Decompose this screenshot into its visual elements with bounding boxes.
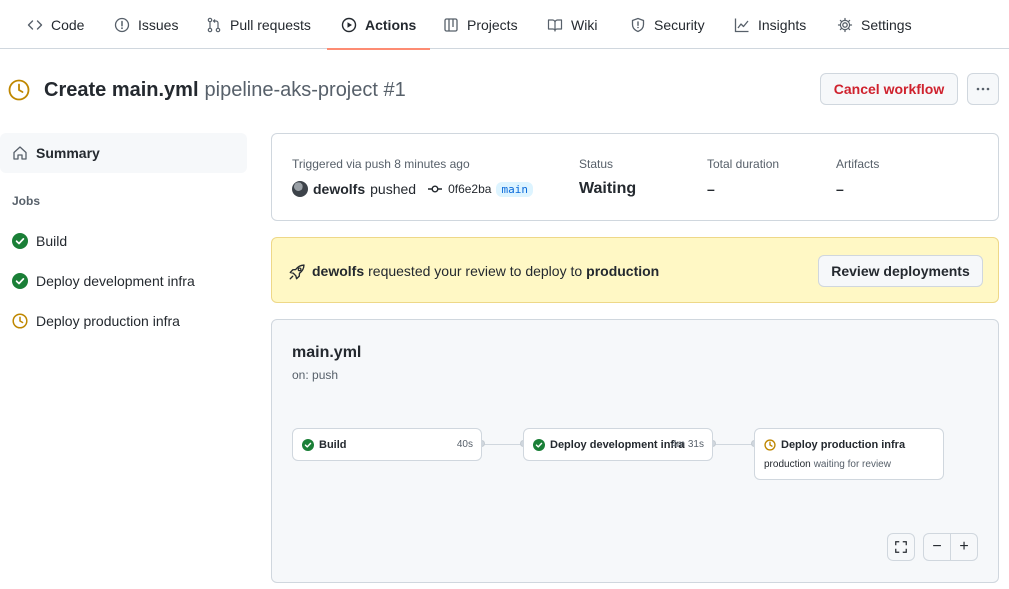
- code-icon: [27, 17, 43, 33]
- tab-insights[interactable]: Insights: [734, 0, 806, 49]
- waiting-text: waiting for review: [813, 459, 891, 470]
- book-icon: [547, 17, 563, 33]
- artifacts-value: –: [836, 181, 844, 197]
- sidebar-item-label: Summary: [36, 145, 100, 161]
- play-icon: [341, 17, 357, 33]
- tab-label: Insights: [758, 16, 807, 33]
- cancel-workflow-button[interactable]: Cancel workflow: [820, 73, 958, 105]
- review-actor-link[interactable]: dewolfs: [312, 263, 364, 279]
- tab-settings[interactable]: Settings: [837, 0, 912, 49]
- sidebar-job-label: Build: [36, 233, 68, 249]
- clock-icon: [8, 79, 30, 101]
- review-text: requested your review to deploy to: [368, 263, 583, 279]
- branch-badge[interactable]: main: [496, 181, 533, 197]
- jobs-heading: Jobs: [12, 194, 41, 208]
- git-pull-request-icon: [206, 17, 222, 33]
- push-action: pushed: [370, 181, 417, 197]
- avatar: [292, 181, 308, 197]
- workflow-file-name: main.yml: [292, 344, 362, 361]
- actor-link[interactable]: dewolfs: [313, 181, 365, 197]
- environment-name: production: [586, 263, 660, 279]
- zoom-out-button[interactable]: −: [923, 533, 951, 561]
- home-icon: [13, 146, 27, 160]
- node-duration: 4m 31s: [671, 439, 704, 450]
- node-duration: 40s: [456, 439, 473, 450]
- review-deployments-button[interactable]: Review deployments: [818, 255, 983, 287]
- environment-link[interactable]: production: [764, 459, 811, 470]
- run-summary-card: Triggered via push 8 minutes ago dewolfs…: [271, 133, 999, 221]
- zoom-in-icon: +: [959, 538, 969, 555]
- review-message: dewolfs requested your review to deploy …: [312, 263, 659, 279]
- tab-label: Wiki: [571, 16, 598, 33]
- node-label: Deploy production infra: [781, 439, 906, 451]
- tab-security[interactable]: Security: [630, 0, 705, 49]
- node-label: Deploy development infra: [550, 439, 685, 451]
- tab-code[interactable]: Code: [27, 0, 84, 49]
- clock-icon: [764, 439, 776, 451]
- trigger-details: dewolfs pushed 0f6e2ba main: [292, 181, 533, 197]
- graph-node-build[interactable]: Build 40s: [292, 428, 482, 461]
- duration-value: –: [707, 181, 715, 197]
- status-value: Waiting: [579, 180, 637, 197]
- graph-icon: [734, 17, 750, 33]
- tab-wiki[interactable]: Wiki: [547, 0, 597, 49]
- page-title: Create main.yml: [44, 78, 199, 101]
- status-label: Status: [579, 157, 614, 171]
- tab-label: Projects: [467, 16, 518, 33]
- issue-opened-icon: [114, 17, 130, 33]
- check-circle-icon: [12, 273, 28, 289]
- repo-nav: Code Issues Pull requests Actions Projec…: [0, 0, 1009, 50]
- tab-label: Code: [51, 16, 85, 33]
- tab-label: Security: [654, 16, 705, 33]
- tab-actions[interactable]: Actions: [326, 0, 431, 50]
- run-title: Create main.yml pipeline-aks-project #1: [8, 74, 406, 106]
- page-subtitle: pipeline-aks-project #1: [204, 78, 406, 101]
- node-status-note: production waiting for review: [764, 459, 891, 470]
- shield-icon: [630, 17, 646, 33]
- trigger-label: Triggered via push 8 minutes ago: [292, 157, 470, 171]
- rocket-icon: [289, 264, 305, 280]
- artifacts-label: Artifacts: [836, 157, 880, 171]
- tab-label: Issues: [138, 16, 179, 33]
- sidebar-job-deploy-prod[interactable]: Deploy production infra: [12, 311, 180, 331]
- sidebar-job-label: Deploy development infra: [36, 273, 195, 289]
- sidebar-job-label: Deploy production infra: [36, 313, 180, 329]
- sidebar-job-build[interactable]: Build: [12, 231, 67, 251]
- sidebar-job-deploy-dev[interactable]: Deploy development infra: [12, 271, 195, 291]
- graph-node-deploy-dev[interactable]: Deploy development infra 4m 31s: [523, 428, 713, 461]
- tab-label: Pull requests: [230, 16, 311, 33]
- tab-issues[interactable]: Issues: [114, 0, 178, 49]
- gear-icon: [837, 17, 853, 33]
- fullscreen-icon: [895, 541, 907, 553]
- more-options-button[interactable]: [967, 73, 999, 105]
- sidebar-item-summary[interactable]: Summary: [0, 133, 247, 173]
- tab-projects[interactable]: Projects: [443, 0, 518, 49]
- duration-label: Total duration: [707, 157, 780, 171]
- zoom-out-icon: −: [932, 538, 942, 555]
- workflow-graph-panel: main.yml on: push Build 40s Deploy devel…: [271, 319, 999, 583]
- git-commit-icon: [428, 185, 443, 193]
- zoom-in-button[interactable]: +: [950, 533, 978, 561]
- check-circle-icon: [533, 439, 545, 451]
- tab-label: Settings: [861, 16, 912, 33]
- node-label: Build: [319, 439, 347, 451]
- kebab-horizontal-icon: [976, 87, 990, 91]
- table-icon: [443, 17, 459, 33]
- commit-sha-link[interactable]: 0f6e2ba: [448, 182, 491, 196]
- check-circle-icon: [12, 233, 28, 249]
- review-request-banner: dewolfs requested your review to deploy …: [271, 237, 999, 303]
- fullscreen-button[interactable]: [887, 533, 915, 561]
- graph-node-deploy-prod[interactable]: Deploy production infra production waiti…: [754, 428, 944, 480]
- clock-icon: [12, 313, 28, 329]
- workflow-trigger: on: push: [292, 368, 339, 382]
- check-circle-icon: [302, 439, 314, 451]
- tab-pull-requests[interactable]: Pull requests: [206, 0, 311, 49]
- tab-label: Actions: [365, 16, 417, 33]
